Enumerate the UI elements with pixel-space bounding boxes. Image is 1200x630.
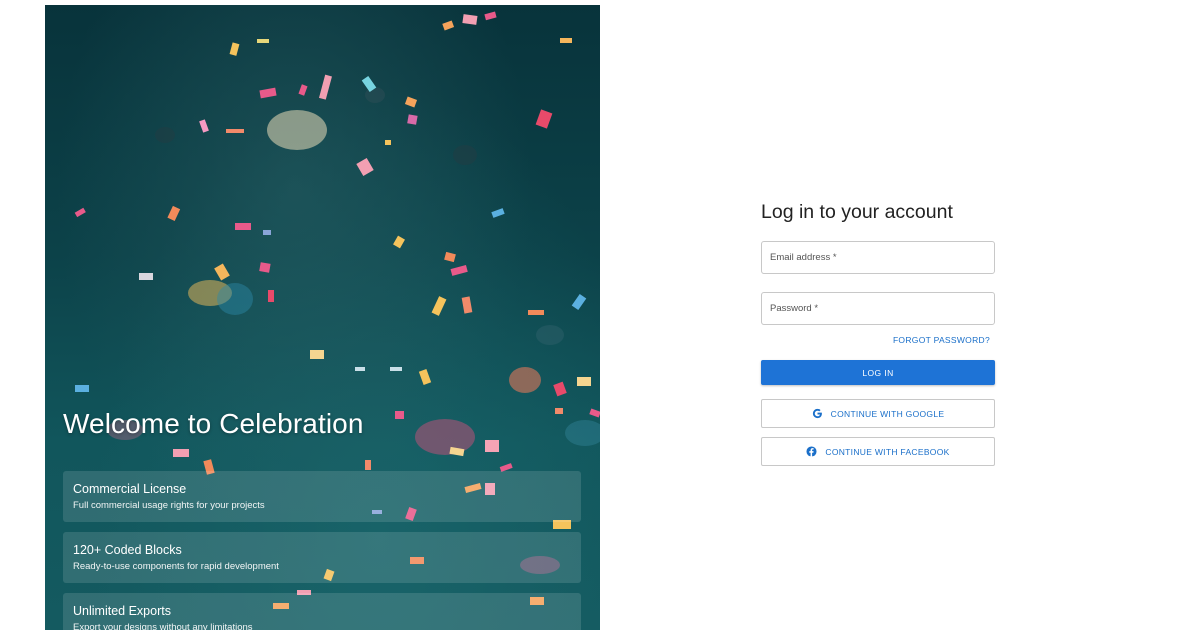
feature-title: Unlimited Exports: [73, 604, 171, 618]
feature-card-unlimited-exports: Unlimited Exports Export your designs wi…: [63, 593, 581, 630]
feature-description: Full commercial usage rights for your pr…: [73, 500, 265, 511]
feature-description: Export your designs without any limitati…: [73, 622, 253, 630]
feature-title: 120+ Coded Blocks: [73, 543, 182, 557]
login-form: Log in to your account Email address * P…: [761, 199, 995, 466]
email-field[interactable]: Email address *: [761, 241, 995, 274]
google-login-button[interactable]: CONTINUE WITH GOOGLE: [761, 399, 995, 428]
login-title: Log in to your account: [761, 201, 953, 223]
feature-card-coded-blocks: 120+ Coded Blocks Ready-to-use component…: [63, 532, 581, 583]
facebook-login-button[interactable]: CONTINUE WITH FACEBOOK: [761, 437, 995, 466]
feature-description: Ready-to-use components for rapid develo…: [73, 561, 279, 572]
facebook-icon: [806, 446, 817, 457]
google-button-label: CONTINUE WITH GOOGLE: [830, 408, 945, 419]
google-icon: [812, 408, 822, 419]
login-button[interactable]: LOG IN: [761, 360, 995, 385]
hero-title: Welcome to Celebration: [63, 408, 364, 439]
forgot-password-link[interactable]: FORGOT PASSWORD?: [893, 335, 990, 345]
hero-panel: Welcome to Celebration Commercial Licens…: [45, 5, 600, 630]
facebook-button-label: CONTINUE WITH FACEBOOK: [825, 446, 950, 457]
feature-card-commercial-license: Commercial License Full commercial usage…: [63, 471, 581, 522]
password-field[interactable]: Password *: [761, 292, 995, 325]
feature-title: Commercial License: [73, 482, 187, 496]
